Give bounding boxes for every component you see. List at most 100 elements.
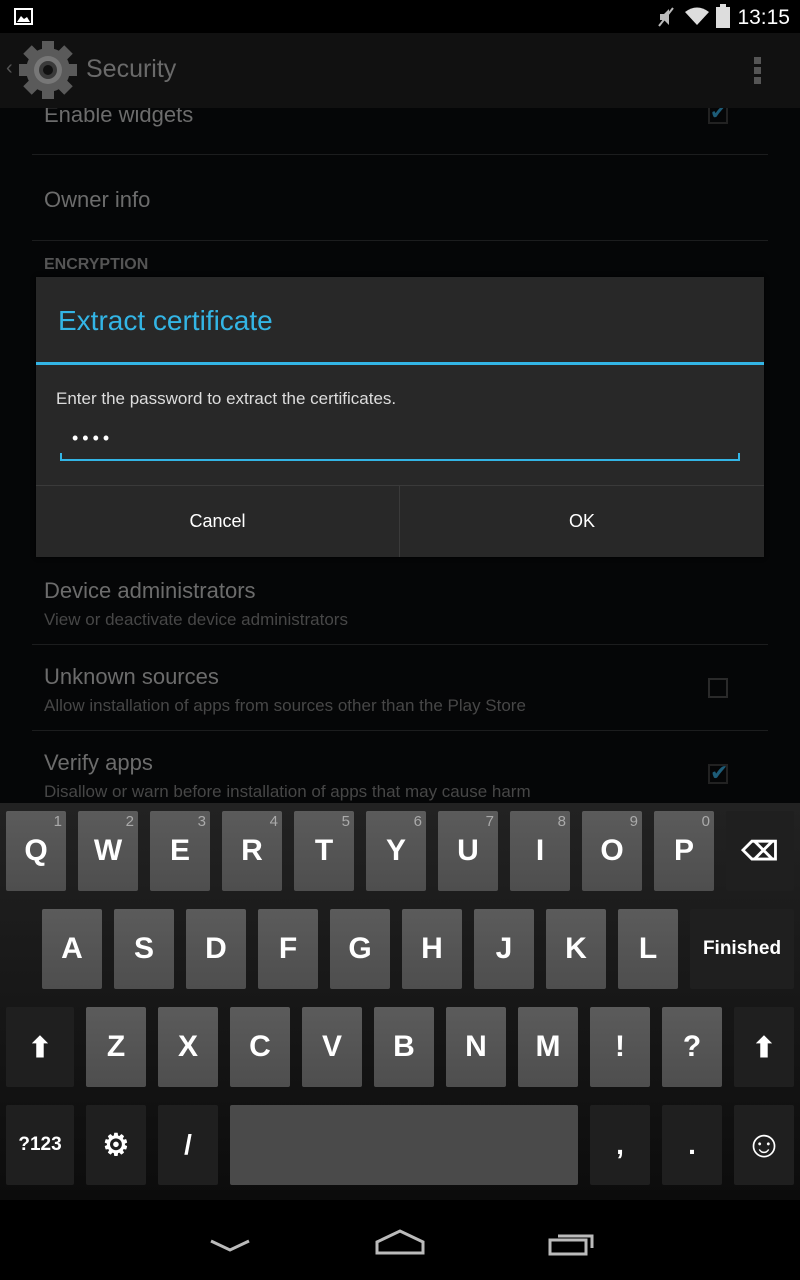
key-label: R [241, 834, 263, 867]
period-key[interactable]: . [662, 1105, 722, 1185]
setting-summary: View or deactivate device administrators [44, 610, 348, 629]
key-label: ! [615, 1030, 625, 1063]
space-key[interactable] [230, 1105, 578, 1185]
key-label: / [184, 1129, 192, 1160]
password-input[interactable]: •••• [60, 423, 740, 461]
key-b[interactable]: B [374, 1007, 434, 1087]
key-w[interactable]: W2 [78, 811, 138, 891]
setting-title: Unknown sources [44, 664, 219, 689]
section-header-encryption: ENCRYPTION [44, 256, 149, 273]
symbols-key[interactable]: ?123 [6, 1105, 74, 1185]
key-q[interactable]: Q1 [6, 811, 66, 891]
key-label: D [205, 932, 227, 965]
key-hint: 4 [269, 813, 278, 830]
setting-unknown-sources[interactable]: Unknown sources Allow installation of ap… [32, 645, 768, 731]
key-label: ?123 [18, 1134, 62, 1155]
key-label: P [673, 834, 694, 867]
key-hint: 0 [701, 813, 710, 830]
enable-widgets-checkbox[interactable]: ✔ [708, 108, 728, 124]
action-bar: ‹ Security [0, 33, 800, 108]
key-v[interactable]: V [302, 1007, 362, 1087]
key-hint: 1 [53, 813, 62, 830]
key-label: X [177, 1030, 198, 1063]
setting-owner-info[interactable]: Owner info [32, 155, 768, 241]
key-hint: 9 [629, 813, 638, 830]
key-p[interactable]: P0 [654, 811, 714, 891]
key-u[interactable]: U7 [438, 811, 498, 891]
key-d[interactable]: D [186, 909, 246, 989]
key-x[interactable]: X [158, 1007, 218, 1087]
key-label: N [465, 1030, 487, 1063]
back-icon[interactable] [208, 1238, 252, 1254]
emoji-key[interactable]: ☺ [734, 1105, 794, 1185]
key-label: L [638, 932, 658, 965]
key-hint: 6 [413, 813, 422, 830]
key-label: Finished [702, 938, 782, 959]
key-exclamation[interactable]: ! [590, 1007, 650, 1087]
key-label: F [278, 932, 298, 965]
key-z[interactable]: Z [86, 1007, 146, 1087]
key-t[interactable]: T5 [294, 811, 354, 891]
recents-icon[interactable] [548, 1230, 596, 1256]
key-label: U [457, 834, 479, 867]
key-hint: 8 [557, 813, 566, 830]
shift-key-left[interactable]: ⬆ [6, 1007, 74, 1087]
keyboard-settings-key[interactable]: ⚙ [86, 1105, 146, 1185]
up-caret-icon[interactable]: ‹ [6, 57, 13, 80]
key-label: V [321, 1030, 342, 1063]
key-label: Y [385, 834, 406, 867]
key-label: . [688, 1129, 696, 1160]
comma-key[interactable]: , [590, 1105, 650, 1185]
key-c[interactable]: C [230, 1007, 290, 1087]
key-s[interactable]: S [114, 909, 174, 989]
key-label: I [535, 834, 545, 867]
key-label: ⬆ [28, 1031, 52, 1063]
backspace-key[interactable]: ⌫ [726, 811, 794, 891]
dialog-title: Extract certificate [58, 305, 273, 336]
key-y[interactable]: Y6 [366, 811, 426, 891]
clock: 13:15 [737, 6, 790, 29]
key-a[interactable]: A [42, 909, 102, 989]
key-label: E [169, 834, 190, 867]
setting-verify-apps[interactable]: Verify apps Disallow or warn before inst… [32, 731, 768, 803]
dialog-message: Enter the password to extract the certif… [56, 389, 397, 408]
key-label: ☺ [744, 1123, 784, 1166]
key-r[interactable]: R4 [222, 811, 282, 891]
setting-device-administrators[interactable]: Device administrators View or deactivate… [32, 558, 768, 645]
dialog-title-divider [36, 362, 764, 365]
overflow-menu-icon[interactable] [754, 57, 761, 84]
key-j[interactable]: J [474, 909, 534, 989]
key-g[interactable]: G [330, 909, 390, 989]
setting-title: Enable widgets [44, 108, 194, 127]
key-label: W [93, 834, 123, 867]
key-l[interactable]: L [618, 909, 678, 989]
key-n[interactable]: N [446, 1007, 506, 1087]
key-i[interactable]: I8 [510, 811, 570, 891]
shift-key-right[interactable]: ⬆ [734, 1007, 794, 1087]
key-o[interactable]: O9 [582, 811, 642, 891]
home-icon[interactable] [374, 1228, 426, 1256]
mute-icon [658, 7, 674, 27]
key-k[interactable]: K [546, 909, 606, 989]
key-e[interactable]: E3 [150, 811, 210, 891]
key-hint: 3 [197, 813, 206, 830]
battery-icon [716, 4, 730, 28]
status-bar: 13:15 [0, 0, 800, 33]
key-m[interactable]: M [518, 1007, 578, 1087]
cancel-button[interactable]: Cancel [36, 485, 400, 557]
settings-gear-icon[interactable] [18, 39, 78, 101]
setting-summary: Disallow or warn before installation of … [44, 782, 531, 801]
key-h[interactable]: H [402, 909, 462, 989]
page-title: Security [86, 55, 177, 83]
soft-keyboard: Q 1 W 2 E 3 R 4 T 5 Y 6 U 7 I 8 O 9 P 0 ⌫ A S D F G H J K L Finished ⬆ Z… [0, 803, 800, 1200]
verify-apps-checkbox[interactable]: ✔ [708, 762, 728, 784]
unknown-sources-checkbox[interactable] [708, 678, 728, 698]
key-f[interactable]: F [258, 909, 318, 989]
key-label: A [61, 932, 83, 965]
finished-key[interactable]: Finished [690, 909, 794, 989]
setting-enable-widgets[interactable]: Enable widgets ✔ [32, 108, 768, 155]
key-question[interactable]: ? [662, 1007, 722, 1087]
ok-button[interactable]: OK [400, 485, 764, 557]
slash-key[interactable]: / [158, 1105, 218, 1185]
setting-title: Device administrators [44, 578, 256, 603]
